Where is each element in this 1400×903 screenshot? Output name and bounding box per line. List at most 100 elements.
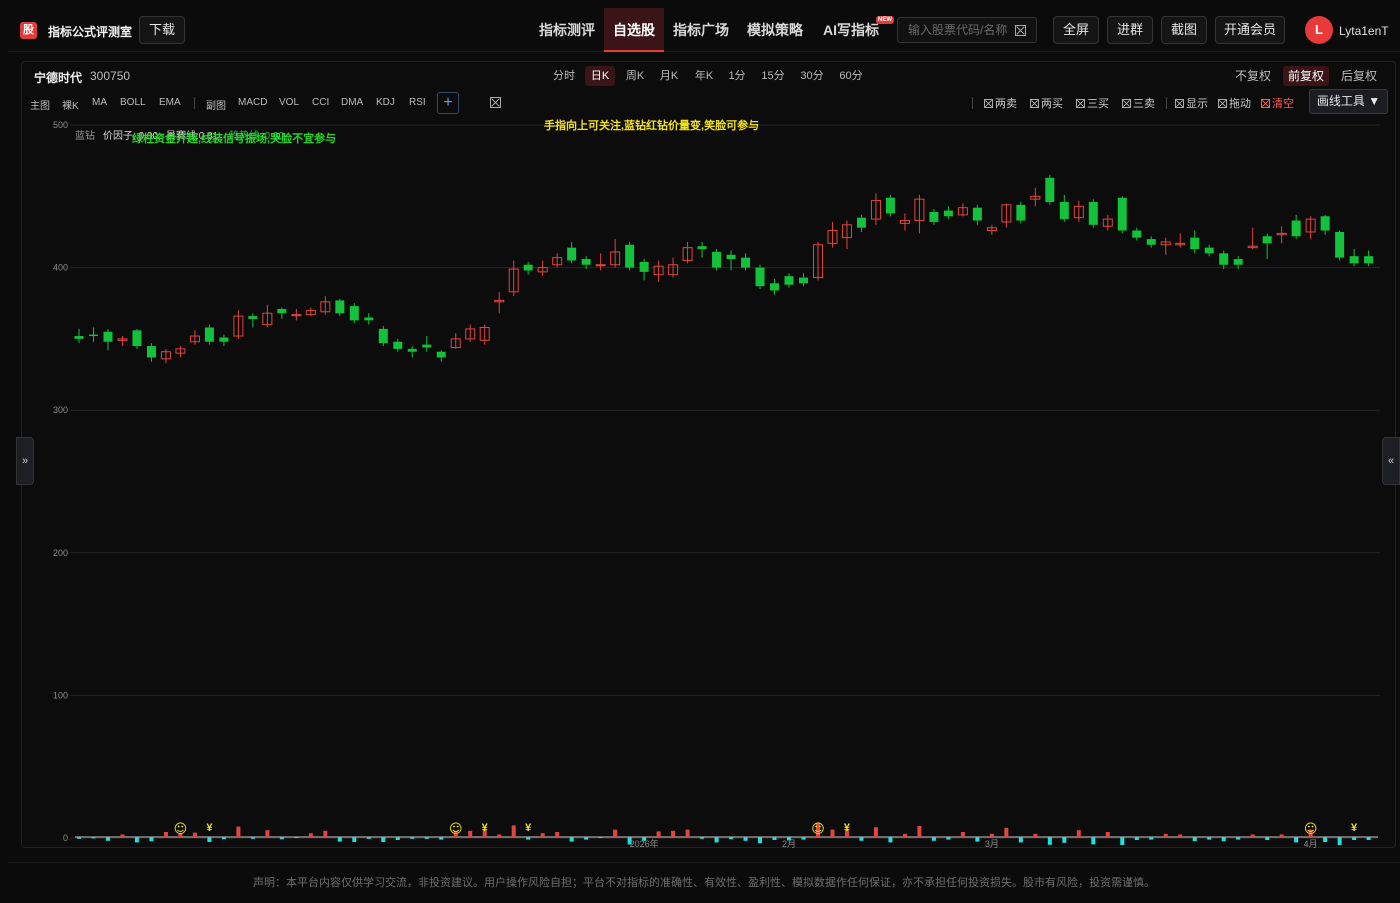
smiley-icon: ☺ [811, 822, 825, 837]
volume-bar [931, 837, 936, 841]
candle-body [1335, 231, 1345, 258]
volume-bar [207, 837, 212, 842]
candle-body [277, 308, 287, 314]
candle-body [595, 264, 606, 267]
volume-bar [1047, 837, 1052, 845]
left-panel-toggle[interactable]: » [16, 437, 34, 485]
candle-body [726, 254, 736, 260]
volume-bar [192, 832, 197, 837]
x-tick-label: 4月 [1304, 839, 1318, 849]
volume-bar [1192, 837, 1197, 842]
legend-indicator: 蓝钻 [75, 129, 95, 142]
candle-body [1364, 256, 1374, 264]
candle-body [219, 337, 229, 342]
volume-bar [1323, 837, 1328, 842]
volume-bar [642, 837, 647, 841]
volume-bar [685, 829, 690, 837]
volume-bar [163, 832, 168, 837]
volume-bar [352, 837, 357, 842]
hint-yellow: 手指向上可关注,蓝钻红钻价量变,笑脸可参与 [544, 118, 759, 132]
volume-bar [1279, 834, 1284, 837]
right-panel-toggle[interactable]: « [1382, 437, 1400, 485]
volume-bar [1004, 827, 1009, 837]
smiley-icon: ☺ [174, 822, 188, 837]
candle-body [625, 244, 635, 268]
volume-bar [1178, 834, 1183, 837]
volume-bar [656, 831, 661, 837]
volume-bar [1294, 837, 1299, 843]
candle-body [1045, 177, 1055, 203]
volume-bar [381, 837, 386, 842]
candle-body [1016, 204, 1026, 221]
candle-body [1233, 259, 1243, 265]
candle-body [349, 306, 359, 321]
candle-body [364, 317, 374, 321]
candle-body [335, 300, 345, 314]
candle-body [1219, 253, 1229, 265]
volume-bar [946, 837, 951, 840]
candle-body [291, 314, 302, 317]
volume-bar [989, 833, 994, 837]
volume-bar [410, 837, 415, 839]
yen-icon: ¥ [206, 822, 213, 834]
volume-bar [1091, 837, 1096, 845]
candle-body [103, 331, 113, 342]
smiley-icon: ☺ [449, 822, 463, 837]
candle-body [1190, 237, 1200, 250]
volume-bar [1033, 833, 1038, 837]
smiley-icon: ☺ [1304, 822, 1318, 837]
volume-bar [627, 837, 632, 845]
volume-bar [743, 837, 748, 841]
volume-bar [91, 837, 96, 839]
candle-body [972, 207, 982, 221]
yen-icon: ¥ [482, 822, 489, 834]
x-tick-label: 2月 [782, 839, 796, 849]
candle-body [799, 277, 808, 284]
volume-bar [1062, 837, 1067, 843]
disclaimer-footer: 声明：本平台内容仅供学习交流，非投资建议。用户操作风险自担；平台不对指标的准确性… [8, 862, 1400, 900]
candle-body [88, 334, 98, 337]
volume-bar [613, 829, 618, 837]
volume-bar [250, 837, 255, 839]
volume-bar [888, 837, 893, 843]
volume-bar [1265, 837, 1270, 840]
volume-bar [395, 837, 400, 840]
volume-bar [497, 834, 502, 837]
hint-green: 绿柱资金开超,线装信号振场,哭脸不宜参与 [132, 131, 336, 145]
candle-body [1088, 202, 1098, 225]
volume-bar [236, 826, 241, 837]
yen-icon: ¥ [1351, 822, 1358, 834]
volume-bar [1352, 837, 1357, 840]
yen-icon: ¥ [844, 822, 851, 834]
candle-body [1204, 247, 1214, 254]
volume-bar [787, 837, 792, 841]
volume-bar [873, 827, 878, 837]
candle-body [204, 327, 214, 342]
volume-bar [758, 837, 763, 844]
candle-body [1059, 202, 1069, 220]
candle-body [1291, 220, 1301, 237]
volume-bar [120, 834, 125, 837]
volume-bar [265, 830, 270, 837]
candle-body [639, 261, 649, 272]
volume-bar [1366, 837, 1371, 840]
candle-body [393, 341, 403, 349]
candle-body [1117, 197, 1127, 231]
volume-bar [830, 829, 835, 837]
y-tick-label: 300 [53, 405, 68, 415]
volume-bar [902, 833, 907, 837]
volume-bar [1236, 837, 1241, 840]
volume-bar [134, 837, 139, 843]
volume-bar [859, 837, 864, 841]
candle-body [248, 316, 258, 319]
candle-body [712, 251, 722, 268]
volume-bar [772, 837, 777, 840]
volume-bar [526, 837, 531, 840]
volume-bar [308, 833, 313, 837]
candle-body [943, 210, 953, 217]
candlestick-chart[interactable]: 01002003004005002026年 2月 3月 4月 ☺ ☺ ☺ ☺¥ ¥ ¥ ¥ ¥ 蓝钻… [0, 0, 1400, 900]
yen-icon: ¥ [525, 822, 532, 834]
volume-bar [511, 825, 516, 837]
volume-bar [105, 837, 110, 841]
candle-body [1146, 239, 1156, 245]
